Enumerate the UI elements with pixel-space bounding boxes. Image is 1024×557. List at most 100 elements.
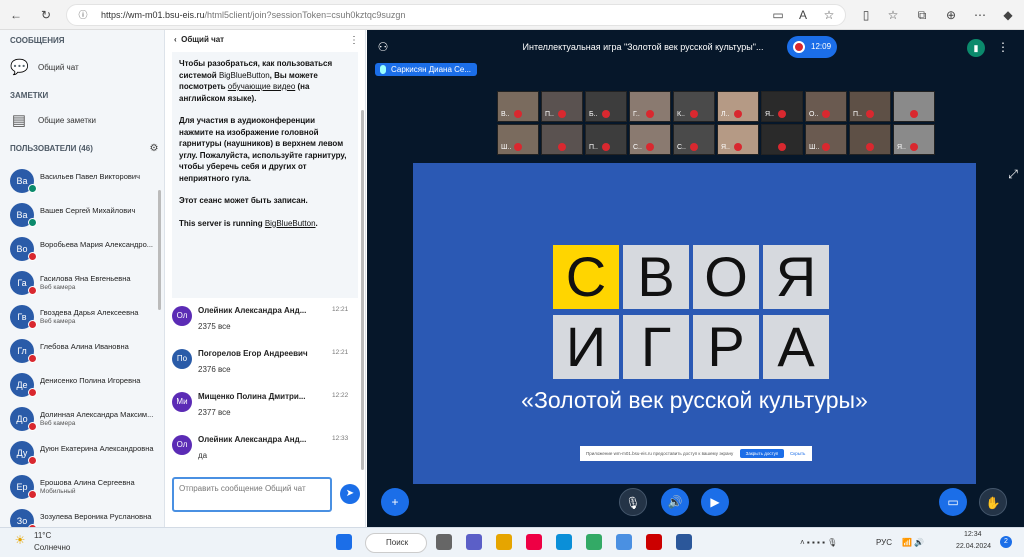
raise-hand-button[interactable]: ✋ xyxy=(979,488,1007,516)
connection-status-icon[interactable]: ▮ xyxy=(967,39,985,57)
extensions-icon[interactable]: ⊕ xyxy=(943,7,959,23)
start-icon[interactable] xyxy=(336,534,352,550)
collections-icon[interactable]: ⧉ xyxy=(914,7,930,23)
mute-mic-button[interactable]: 🎙 xyxy=(619,488,647,516)
copilot-icon[interactable]: ◆ xyxy=(1000,7,1016,23)
app2-icon[interactable] xyxy=(586,534,602,550)
chat-scrollbar[interactable] xyxy=(361,110,364,470)
webcam-tile[interactable]: Л.. xyxy=(717,91,759,122)
webcam-tile[interactable] xyxy=(849,124,891,155)
user-list-item[interactable]: Ва Васильев Павел Викторович xyxy=(10,166,160,196)
tray-icons[interactable]: ˄ ▪ ▪ ▪ ▪ 🎙 xyxy=(800,538,837,547)
taskbar-search[interactable]: Поиск xyxy=(365,533,427,553)
user-list-item[interactable]: Гл Глебова Алина Ивановна xyxy=(10,336,160,366)
webcam-tile[interactable]: О.. xyxy=(805,91,847,122)
chat-message: Ол Олейник Александра Анд... 12:33 да xyxy=(172,431,362,479)
hide-notice-link[interactable]: Скрыть xyxy=(790,446,805,461)
menu-icon[interactable]: ⋯ xyxy=(972,7,988,23)
chat-header[interactable]: ‹ Общий чат xyxy=(174,35,224,44)
avatar: По xyxy=(172,349,192,369)
webcam-tile[interactable]: С.. xyxy=(673,124,715,155)
user-list-scrollbar[interactable] xyxy=(158,190,161,310)
user-name: Ерошова Алина Сергеевна xyxy=(40,478,135,487)
user-list-item[interactable]: Во Воробьева Мария Александро... xyxy=(10,234,160,264)
back-icon[interactable]: ← xyxy=(8,7,24,23)
user-list-item[interactable]: Га Гасилова Яна Евгеньевна Веб камера xyxy=(10,268,160,298)
webcam-tile[interactable]: Ш.. xyxy=(805,124,847,155)
camera-button[interactable]: ▶ xyxy=(701,488,729,516)
language-indicator[interactable]: РУС xyxy=(876,538,892,547)
webcam-tile[interactable] xyxy=(761,124,803,155)
user-list-item[interactable]: Ер Ерошова Алина Сергеевна Мобильный xyxy=(10,472,160,502)
telegram-icon[interactable] xyxy=(616,534,632,550)
webcam-tile[interactable]: Г.. xyxy=(629,91,671,122)
presentation-slide: СВОЯИГРА «Золотой век русской культуры» … xyxy=(413,163,976,484)
favorites-icon[interactable]: ☆ xyxy=(885,7,901,23)
task-view-icon[interactable] xyxy=(436,534,452,550)
address-bar[interactable]: ⓘ https://wm-m01.bsu-eis.ru/html5client/… xyxy=(66,4,846,26)
record-icon xyxy=(793,41,805,53)
network-sound-icons[interactable]: 📶 🔊 xyxy=(902,538,924,547)
bbb-link[interactable]: BigBlueButton xyxy=(265,219,316,228)
favorite-icon[interactable]: ☆ xyxy=(821,7,837,23)
user-list-item[interactable]: Гв Гвоздева Дарья Алексеевна Веб камера xyxy=(10,302,160,332)
webcam-tile[interactable]: Я.. xyxy=(717,124,759,155)
settings-gear-icon[interactable]: ⚙ xyxy=(146,141,162,157)
weather-temp[interactable]: 11°C xyxy=(34,531,51,540)
read-aloud-icon[interactable]: A xyxy=(795,7,811,23)
shared-notes-item[interactable]: ▤ Общие заметки xyxy=(10,111,96,129)
notification-badge[interactable]: 2 xyxy=(1000,536,1012,548)
webcam-tile[interactable] xyxy=(541,124,583,155)
split-screen-icon[interactable]: ▯ xyxy=(858,7,874,23)
word-icon[interactable] xyxy=(676,534,692,550)
webcam-tile[interactable]: П.. xyxy=(585,124,627,155)
user-list-item[interactable]: До Долинная Александра Максим... Веб кам… xyxy=(10,404,160,434)
mic-status-icon xyxy=(28,354,37,363)
webcam-tile[interactable]: Б.. xyxy=(585,91,627,122)
public-chat-item[interactable]: 💬 Общий чат xyxy=(10,58,79,76)
tutorial-link[interactable]: обучающие видео xyxy=(228,82,295,91)
actions-plus-button[interactable]: + xyxy=(381,488,409,516)
webcam-tile[interactable]: П.. xyxy=(541,91,583,122)
webcam-name: К.. xyxy=(677,111,685,118)
webcam-name: Б.. xyxy=(589,111,598,118)
user-list-item[interactable]: Ва Вашев Сергей Михайлович xyxy=(10,200,160,230)
refresh-icon[interactable]: ↻ xyxy=(38,7,54,23)
webcam-tile[interactable] xyxy=(893,91,935,122)
app-icon[interactable] xyxy=(526,534,542,550)
webcam-tile[interactable]: В.. xyxy=(497,91,539,122)
audio-button[interactable]: 🔊 xyxy=(661,488,689,516)
webcam-tile[interactable]: Ш.. xyxy=(497,124,539,155)
webcam-tile[interactable]: Я.. xyxy=(893,124,935,155)
video-icon[interactable]: ▭ xyxy=(770,7,786,23)
main-stage: ⚇ Интеллектуальная игра "Золотой век рус… xyxy=(367,30,1024,527)
webcam-tile[interactable]: К.. xyxy=(673,91,715,122)
user-list-item[interactable]: Зо Зозулева Вероника Руслановна xyxy=(10,506,160,527)
user-name: Васильев Павел Викторович xyxy=(40,172,140,181)
screen-share-button[interactable]: ▭ xyxy=(939,488,967,516)
fullscreen-icon[interactable]: ⤢ xyxy=(1005,166,1021,182)
edge-icon[interactable] xyxy=(556,534,572,550)
user-list-item[interactable]: Де Денисенко Полина Игоревна xyxy=(10,370,160,400)
clock-date[interactable]: 22.04.2024 xyxy=(956,543,991,550)
recording-indicator[interactable]: 12:09 xyxy=(787,36,837,58)
user-name: Гасилова Яна Евгеньевна xyxy=(40,274,131,283)
webcam-tile[interactable]: П.. xyxy=(849,91,891,122)
webcam-tile[interactable]: С.. xyxy=(629,124,671,155)
muted-icon xyxy=(866,110,874,118)
notes-heading: ЗАМЕТКИ xyxy=(10,91,49,100)
user-list-item[interactable]: Ду Дуюн Екатерина Александровна xyxy=(10,438,160,468)
slide-subtitle: «Золотой век русской культуры» xyxy=(521,387,868,413)
options-menu-icon[interactable]: ⋮ xyxy=(995,39,1011,55)
app3-icon[interactable] xyxy=(646,534,662,550)
info-icon[interactable]: ⓘ xyxy=(75,7,91,23)
webcam-name: Г.. xyxy=(633,111,640,118)
chat-message-input[interactable]: Отправить сообщение Общий чат xyxy=(172,477,332,512)
chat-options-icon[interactable]: ⋮ xyxy=(346,33,362,49)
clock-time[interactable]: 12:34 xyxy=(964,531,982,538)
explorer-icon[interactable] xyxy=(496,534,512,550)
teams-icon[interactable] xyxy=(466,534,482,550)
send-icon[interactable]: ➤ xyxy=(340,484,360,504)
webcam-tile[interactable]: Я.. xyxy=(761,91,803,122)
stop-sharing-button[interactable]: Закрыть доступ xyxy=(740,449,784,458)
